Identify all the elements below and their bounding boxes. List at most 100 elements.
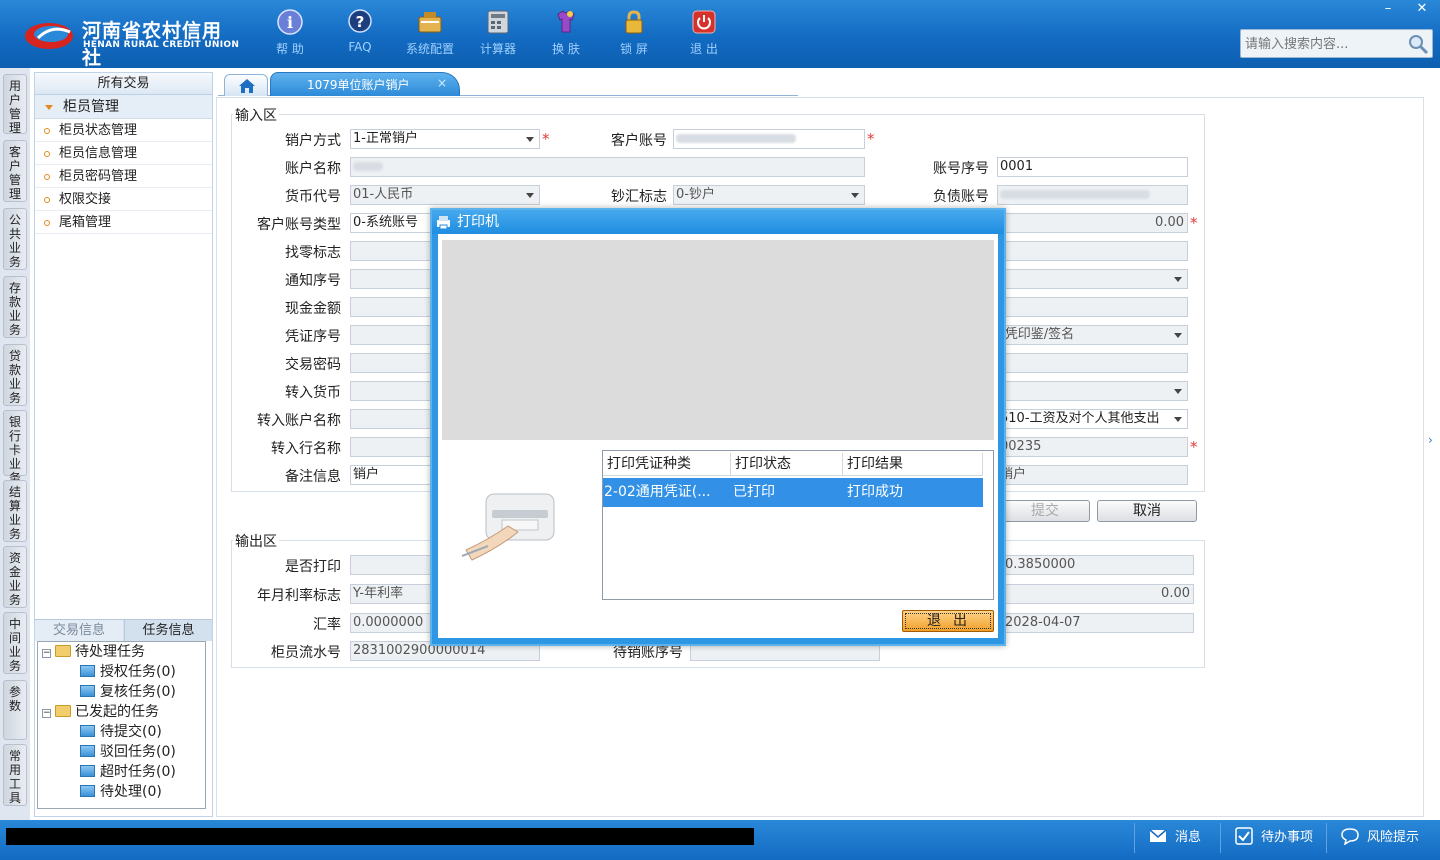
cash-amount-field[interactable] — [350, 297, 440, 317]
right-select-row6[interactable] — [997, 269, 1188, 289]
minimize-button[interactable]: – — [1371, 0, 1405, 18]
module-tab-customer[interactable]: 客户管理 — [3, 140, 27, 202]
dialog-exit-button[interactable]: 退出 — [902, 610, 994, 632]
change-flag-field[interactable] — [350, 241, 440, 261]
remark-field[interactable]: 销户 — [350, 465, 440, 485]
cell-print-result: 打印成功 — [847, 484, 903, 500]
tab-close-icon[interactable]: × — [437, 76, 447, 90]
module-tab-card[interactable]: 银行卡业务 — [3, 410, 27, 485]
skin-icon — [557, 10, 575, 33]
module-tab-params[interactable]: 参数 — [3, 680, 27, 740]
menu-item-label: 柜员状态管理 — [59, 123, 138, 138]
collapse-right-icon[interactable]: › — [1428, 420, 1438, 460]
right-field-row9 — [997, 353, 1188, 373]
exit-button[interactable]: 退 出 — [672, 8, 736, 62]
tree-node-to-process[interactable]: 待处理(0) — [80, 782, 162, 802]
module-tab-intermediary[interactable]: 中间业务 — [3, 612, 27, 674]
in-bank-name-field[interactable] — [350, 437, 440, 457]
search-icon[interactable] — [1407, 33, 1429, 55]
voucher-no-field[interactable] — [350, 325, 440, 345]
list-icon — [80, 745, 95, 757]
faq-button[interactable]: ? FAQ — [328, 8, 392, 62]
cash-flag-select[interactable]: 0-钞户 — [673, 185, 865, 205]
in-account-name-field[interactable] — [350, 409, 440, 429]
module-tab-tools[interactable]: 常用工具 — [3, 744, 27, 806]
label-remark: 备注信息 — [285, 469, 341, 485]
skin-button[interactable]: 换 肤 — [534, 8, 598, 62]
tree-node-to-submit[interactable]: 待提交(0) — [80, 722, 162, 742]
rate-flag-field: Y-年利率 — [350, 584, 440, 604]
menu-item-label: 权限交接 — [59, 192, 112, 207]
tab-task-info[interactable]: 任务信息 — [124, 620, 212, 641]
collapse-icon[interactable]: − — [42, 709, 51, 718]
lock-icon — [625, 10, 643, 34]
todo-button[interactable]: 待办事项 — [1220, 823, 1324, 853]
table-row[interactable]: 2-02通用凭证(... 已打印 打印成功 — [603, 478, 983, 507]
account-seq-field[interactable]: 0001 — [997, 157, 1188, 177]
expand-arrow-icon — [45, 105, 53, 110]
logo-mark-icon — [25, 23, 73, 49]
purpose-select[interactable]: 510-工资及对个人其他支出 — [997, 409, 1188, 429]
tab-transaction-info[interactable]: 交易信息 — [35, 620, 123, 641]
label-in-bank-name: 转入行名称 — [271, 441, 341, 457]
column-header-voucher-type[interactable]: 打印凭证种类 — [603, 453, 731, 476]
verify-method-select[interactable]: -凭印鉴/签名 — [997, 325, 1188, 345]
tree-node-rejected[interactable]: 驳回任务(0) — [80, 742, 176, 762]
messages-label: 消息 — [1175, 830, 1202, 845]
output-section-legend: 输出区 — [233, 531, 279, 551]
messages-button[interactable]: 消息 — [1134, 823, 1228, 853]
tree-node-review-tasks[interactable]: 复核任务(0) — [80, 682, 176, 702]
chevron-down-icon — [851, 193, 859, 198]
module-tab-user[interactable]: 用户管理 — [3, 74, 27, 135]
menu-item-label: 尾箱管理 — [59, 215, 112, 230]
list-icon — [80, 785, 95, 797]
tab-home[interactable] — [224, 74, 268, 96]
lock-button[interactable]: 锁 屏 — [602, 8, 666, 62]
menu-group-teller[interactable]: 柜员管理 — [35, 95, 212, 119]
module-tab-public[interactable]: 公共业务 — [3, 208, 27, 270]
module-tab-loan[interactable]: 贷款业务 — [3, 344, 27, 406]
tree-node-initiated[interactable]: − 已发起的任务 — [42, 702, 159, 722]
menu-item-teller-password[interactable]: 柜员密码管理 — [35, 165, 212, 188]
column-header-print-status[interactable]: 打印状态 — [731, 453, 843, 476]
account-type-field[interactable]: 0-系统账号 — [350, 213, 440, 233]
required-marker: * — [1190, 214, 1198, 232]
close-method-select[interactable]: 1-正常销户 — [350, 129, 540, 149]
interest-field: 0.00 — [1002, 584, 1194, 604]
module-tab-deposit[interactable]: 存款业务 — [3, 276, 27, 338]
in-currency-field[interactable] — [350, 381, 440, 401]
notice-no-field[interactable] — [350, 269, 440, 289]
exit-label: 退 出 — [690, 42, 718, 56]
cancel-button[interactable]: 取消 — [1097, 500, 1197, 522]
collapse-icon[interactable]: − — [42, 649, 51, 658]
close-window-button[interactable]: ✕ — [1405, 0, 1439, 18]
tree-node-timeout[interactable]: 超时任务(0) — [80, 762, 176, 782]
settings-button[interactable]: 系统配置 — [398, 8, 462, 62]
search-input[interactable] — [1245, 34, 1405, 54]
tree-node-auth-tasks[interactable]: 授权任务(0) — [80, 662, 176, 682]
tab-account-close[interactable]: 1079单位账户销户 × — [270, 72, 460, 96]
amount-field: 0.00 — [997, 213, 1188, 233]
module-tab-settlement[interactable]: 结算业务 — [3, 480, 27, 542]
menu-item-teller-info[interactable]: 柜员信息管理 — [35, 142, 212, 165]
menu-item-teller-status[interactable]: 柜员状态管理 — [35, 119, 212, 142]
tx-password-field[interactable] — [350, 353, 440, 373]
menu-item-permission-handover[interactable]: 权限交接 — [35, 188, 212, 211]
calculator-button[interactable]: 计算器 — [466, 8, 530, 62]
risk-alert-button[interactable]: 风险提示 — [1326, 823, 1436, 853]
right-select-row10[interactable] — [997, 381, 1188, 401]
masked-value — [353, 162, 383, 171]
menu-item-label: 柜员密码管理 — [59, 169, 138, 184]
tree-node-pending[interactable]: − 待处理任务 — [42, 642, 145, 662]
chevron-down-icon — [1174, 277, 1182, 282]
help-button[interactable]: i 帮 助 — [258, 8, 322, 62]
menu-item-tail-box[interactable]: 尾箱管理 — [35, 211, 212, 234]
column-header-print-result[interactable]: 打印结果 — [843, 453, 983, 476]
tree-node-label: 已发起的任务 — [75, 704, 159, 720]
dialog-titlebar[interactable]: 打印机 — [432, 210, 1004, 234]
currency-code-select[interactable]: 01-人民币 — [350, 185, 540, 205]
submit-button[interactable]: 提交 — [1000, 500, 1090, 522]
module-tab-funds[interactable]: 资金业务 — [3, 546, 27, 608]
customer-account-field[interactable] — [673, 129, 865, 149]
label-in-account-name: 转入账户名称 — [257, 413, 341, 429]
